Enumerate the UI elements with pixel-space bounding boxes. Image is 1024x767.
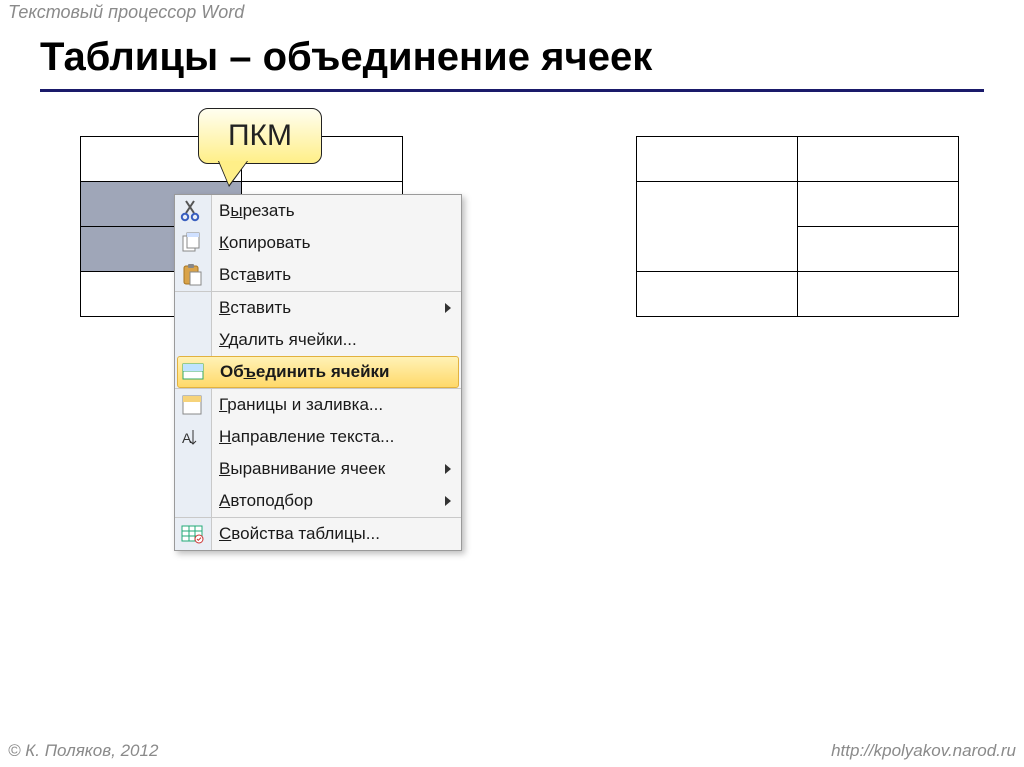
menu-cut-label: Вырезать: [219, 201, 295, 220]
menu-table-props-label: Свойства таблицы...: [219, 524, 380, 543]
menu-insert[interactable]: Вставить: [175, 291, 461, 324]
svg-text:A: A: [182, 430, 192, 446]
result-table: [636, 136, 959, 317]
menu-merge-cells[interactable]: Объединить ячейки: [177, 356, 459, 388]
borders-icon: [179, 392, 205, 418]
menu-cut[interactable]: Вырезать: [175, 195, 461, 227]
table-props-icon: [179, 521, 205, 547]
copy-icon: [179, 230, 205, 256]
footer-copyright: © К. Поляков, 2012: [8, 741, 158, 761]
text-direction-icon: A: [179, 424, 205, 450]
menu-borders-label: Границы и заливка...: [219, 395, 383, 414]
menu-align[interactable]: Выравнивание ячеек: [175, 453, 461, 485]
menu-text-direction-label: Направление текста...: [219, 427, 394, 446]
rmb-callout: ПКМ: [198, 108, 322, 164]
menu-copy[interactable]: Копировать: [175, 227, 461, 259]
menu-delete-cells-label: Удалить ячейки...: [219, 330, 357, 349]
menu-text-direction[interactable]: A Направление текста...: [175, 421, 461, 453]
context-menu: Вырезать Копировать Вставить Вставить Уд…: [174, 194, 462, 551]
slide: Текстовый процессор Word Таблицы – объед…: [0, 0, 1024, 767]
menu-table-props[interactable]: Свойства таблицы...: [175, 517, 461, 550]
menu-copy-label: Копировать: [219, 233, 311, 252]
menu-merge-cells-label: Объединить ячейки: [220, 362, 389, 381]
menu-autofit[interactable]: Автоподбор: [175, 485, 461, 517]
merge-cells-icon: [180, 359, 206, 385]
cut-icon: [179, 198, 205, 224]
menu-autofit-label: Автоподбор: [219, 491, 313, 510]
submenu-arrow-icon: [445, 464, 451, 474]
page-title: Таблицы – объединение ячеек: [40, 35, 652, 80]
title-rule: [40, 89, 984, 92]
menu-align-label: Выравнивание ячеек: [219, 459, 385, 478]
menu-borders[interactable]: Границы и заливка...: [175, 388, 461, 421]
header-label: Текстовый процессор Word: [8, 2, 244, 23]
menu-paste-label: Вставить: [219, 265, 291, 284]
menu-delete-cells[interactable]: Удалить ячейки...: [175, 324, 461, 356]
submenu-arrow-icon: [445, 303, 451, 313]
menu-insert-label: Вставить: [219, 298, 291, 317]
footer-url: http://kpolyakov.narod.ru: [831, 741, 1016, 761]
submenu-arrow-icon: [445, 496, 451, 506]
menu-paste[interactable]: Вставить: [175, 259, 461, 291]
paste-icon: [179, 262, 205, 288]
